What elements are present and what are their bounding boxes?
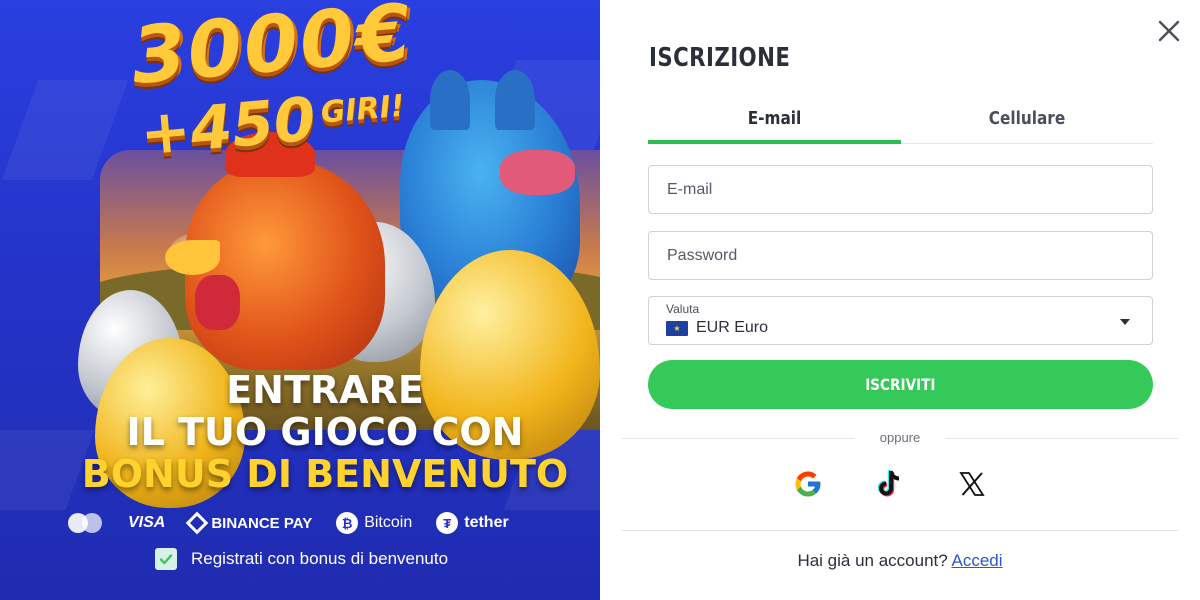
tether-icon: ₮ [436, 512, 459, 534]
visa-logo: VISA [128, 514, 166, 531]
tiktok-icon [877, 470, 900, 497]
login-link[interactable]: Accedi [952, 551, 1003, 570]
bitcoin-label: Bitcoin [364, 514, 413, 531]
rooster-beak [165, 240, 220, 275]
tagline-line-1: ENTRARE [226, 368, 424, 412]
payment-methods: VISA BINANCE PAY ₿ Bitcoin ₮ tether [68, 510, 548, 536]
binance-icon [186, 511, 209, 535]
bitcoin-logo: ₿ Bitcoin [336, 512, 412, 534]
mastercard-icon [68, 513, 104, 533]
welcome-bonus-label: Registrati con bonus di benvenuto [191, 549, 449, 568]
close-icon [1158, 20, 1180, 42]
divider [622, 530, 1178, 531]
tab-phone[interactable]: Cellulare [901, 100, 1154, 143]
social-login-buttons [790, 466, 990, 502]
spins-suffix: GIRI! [319, 88, 406, 131]
register-button[interactable]: ISCRIVITI [648, 360, 1153, 409]
binance-pay-logo: BINANCE PAY [186, 511, 313, 535]
rooster-wattle [195, 275, 240, 330]
close-button[interactable] [1155, 17, 1183, 45]
password-field[interactable] [649, 232, 1152, 279]
tab-email[interactable]: E-mail [648, 100, 901, 144]
x-icon [959, 472, 985, 496]
welcome-bonus-option[interactable]: Registrati con bonus di benvenuto [155, 548, 448, 570]
tagline-line-2: IL TUO GIOCO CON [126, 410, 524, 454]
wolf-ear [495, 70, 535, 130]
binance-pay-label: BINANCE PAY [211, 514, 313, 532]
welcome-bonus-checkbox[interactable] [155, 548, 177, 570]
bitcoin-icon: ₿ [336, 512, 359, 534]
chevron-down-icon [1120, 319, 1130, 325]
register-button-label: ISCRIVITI [865, 375, 936, 394]
or-separator: oppure [855, 430, 945, 445]
email-field[interactable] [649, 166, 1152, 213]
registration-panel: ISCRIZIONE E-mail Cellulare Valuta ★ EUR… [600, 0, 1200, 600]
wolf-ear [430, 70, 470, 130]
tether-logo: ₮ tether [436, 512, 509, 534]
tiktok-login-button[interactable] [872, 466, 908, 502]
tab-phone-label: Cellulare [988, 108, 1065, 129]
password-field-wrapper [648, 231, 1153, 280]
tab-email-label: E-mail [747, 108, 802, 129]
page-title: ISCRIZIONE [649, 43, 791, 73]
have-account-text: Hai già un account? [797, 551, 948, 570]
currency-selected: ★ EUR Euro [666, 319, 768, 337]
rooster-character [165, 132, 385, 370]
wolf-muzzle [500, 150, 575, 195]
signup-method-tabs: E-mail Cellulare [648, 100, 1153, 144]
promo-banner: 3000€ +450GIRI! ENTRARE IL TUO GIOCO CON… [0, 0, 600, 600]
currency-value: EUR Euro [696, 319, 769, 336]
email-field-wrapper [648, 165, 1153, 214]
eu-flag-icon: ★ [666, 320, 688, 336]
tether-label: tether [464, 514, 509, 531]
currency-select[interactable]: Valuta ★ EUR Euro [648, 296, 1153, 345]
tagline-line-3: BONUS DI BENVENUTO [81, 452, 569, 496]
google-login-button[interactable] [790, 466, 826, 502]
x-login-button[interactable] [954, 466, 990, 502]
checkmark-icon [159, 554, 173, 565]
currency-label: Valuta [666, 302, 700, 316]
google-icon [795, 471, 821, 497]
mastercard-logo [68, 513, 104, 533]
login-prompt: Hai già un account? Accedi [600, 551, 1200, 571]
